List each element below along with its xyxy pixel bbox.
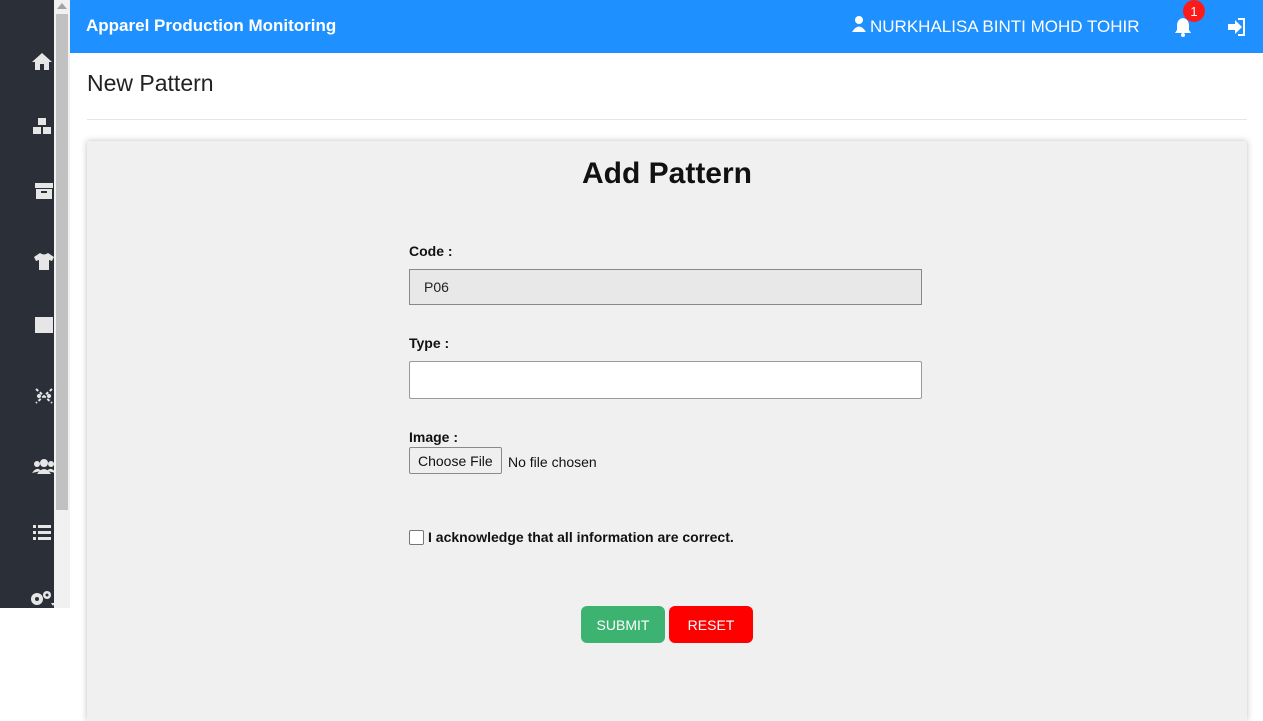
home-icon[interactable] <box>28 47 56 75</box>
divider <box>87 119 1247 120</box>
file-status: No file chosen <box>508 454 597 470</box>
submit-button[interactable]: SUBMIT <box>581 606 665 643</box>
type-field[interactable] <box>409 361 922 399</box>
notification-badge: 1 <box>1183 0 1205 22</box>
choose-file-button[interactable]: Choose File <box>409 447 502 474</box>
code-field[interactable] <box>409 269 922 305</box>
code-label: Code : <box>409 243 453 259</box>
scroll-up-arrow-icon[interactable] <box>57 3 67 9</box>
gears-icon[interactable] <box>28 584 56 612</box>
scroll-thumb[interactable] <box>56 14 68 510</box>
user-menu[interactable]: NURKHALISA BINTI MOHD TOHIR <box>852 16 1140 37</box>
image-label: Image : <box>409 429 459 445</box>
topbar: Apparel Production Monitoring NURKHALISA… <box>70 0 1263 53</box>
type-label: Type : <box>409 335 450 351</box>
form-title: Add Pattern <box>581 157 752 190</box>
acknowledge-checkbox[interactable] <box>409 529 424 545</box>
app-title[interactable]: Apparel Production Monitoring <box>86 16 336 36</box>
acknowledge-row: I acknowledge that all information are c… <box>409 529 734 545</box>
page-title: New Pattern <box>87 70 214 96</box>
sidebar-scrollbar[interactable] <box>54 0 70 608</box>
user-name: NURKHALISA BINTI MOHD TOHIR <box>870 16 1140 36</box>
logout-icon[interactable] <box>1226 17 1246 37</box>
list-icon[interactable] <box>28 518 56 546</box>
sidebar <box>0 0 56 608</box>
form-card: Add Pattern Code : Type : Image : Choose… <box>87 141 1247 721</box>
user-icon <box>852 16 866 37</box>
boxes-icon[interactable] <box>28 112 56 140</box>
acknowledge-label: I acknowledge that all information are c… <box>428 529 734 545</box>
reset-button[interactable]: RESET <box>669 606 753 643</box>
